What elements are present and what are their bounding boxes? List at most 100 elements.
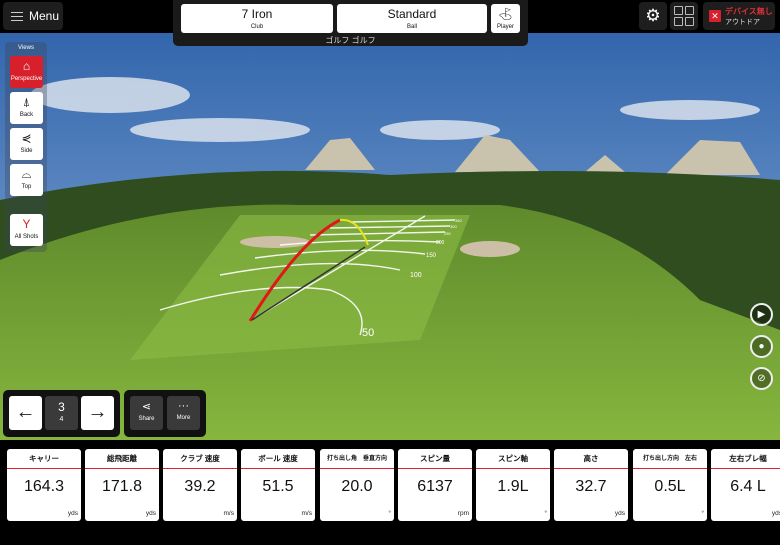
- game-name: ゴルフ ゴルフ: [325, 36, 376, 45]
- stat-value: 39.2: [184, 478, 216, 495]
- stat-card-height: 高さ 32.7 yds: [554, 449, 628, 521]
- share-icon: ⋖: [141, 401, 152, 413]
- next-shot-button[interactable]: →: [81, 396, 114, 430]
- game-setup-panel: 7 Iron Club Standard Ball ⛳︎ Player ゴルフ ゴルフ: [173, 0, 528, 46]
- stat-card-launch-direction: 打ち出し方向 左右 0.5L °: [633, 449, 707, 521]
- stat-card-spin-axis: スピン軸 1.9L °: [476, 449, 550, 521]
- view-label: Side: [20, 148, 33, 154]
- stat-label: 打ち出し方向 左右: [633, 449, 707, 469]
- stat-unit: °: [544, 510, 547, 517]
- shot-counter: 34: [45, 396, 78, 430]
- more-icon: ···: [178, 400, 189, 412]
- arrow-left-icon: ←: [15, 401, 36, 423]
- player-label: Player: [496, 24, 514, 30]
- stat-unit: yds: [614, 510, 625, 517]
- perspective-icon: ⌂: [22, 59, 31, 73]
- stat-value: 51.5: [262, 478, 294, 495]
- ball-trace-button[interactable]: ●: [750, 335, 773, 358]
- target-icon: ⊘: [757, 373, 766, 384]
- views-panel: Views ⌂ Perspective ⍋ Back ⋞ Side ⌓ Top Y All…: [5, 42, 47, 252]
- stat-unit: m/s: [301, 510, 312, 517]
- stat-unit: yds: [67, 510, 78, 517]
- stat-value: 171.8: [101, 478, 143, 495]
- stat-label: 左右ブレ幅: [711, 449, 780, 469]
- layout-button[interactable]: [670, 2, 698, 30]
- ball-selector[interactable]: Standard Ball: [337, 4, 487, 33]
- stat-label: 総飛距離: [85, 449, 159, 469]
- menu-button[interactable]: Menu: [3, 2, 63, 30]
- stat-value: 0.5L: [654, 478, 686, 495]
- distance-label: 300: [450, 224, 457, 229]
- stat-card-total: 総飛距離 171.8 yds: [85, 449, 159, 521]
- club-selector[interactable]: 7 Iron Club: [181, 4, 333, 33]
- stat-unit: m/s: [223, 510, 234, 517]
- distance-label: 100: [410, 272, 422, 279]
- all-shots-icon: Y: [22, 217, 31, 231]
- back-view-icon: ⍋: [22, 95, 31, 109]
- club-value: 7 Iron: [241, 7, 273, 21]
- stat-value: 164.3: [23, 478, 65, 495]
- more-button[interactable]: ··· More: [167, 396, 200, 430]
- stat-value: 6137: [417, 478, 453, 495]
- view-label: Perspective: [10, 76, 43, 82]
- stat-card-ball-speed: ボール 速度 51.5 m/s: [241, 449, 315, 521]
- shot-navigation: ← 34 →: [3, 390, 120, 437]
- more-label: More: [176, 415, 191, 421]
- arrow-right-icon: →: [87, 401, 108, 423]
- stat-card-side-deviation: 左右ブレ幅 6.4 L yds: [711, 449, 780, 521]
- stat-unit: °: [701, 510, 704, 517]
- menu-label: Menu: [29, 9, 60, 23]
- current-shot: 3: [58, 400, 65, 414]
- grid-icon: [674, 6, 683, 15]
- view-label: Back: [19, 112, 34, 118]
- distance-label: 50: [362, 327, 374, 339]
- close-icon: ✕: [709, 10, 721, 22]
- distance-label: 150: [426, 253, 437, 259]
- view-label: Top: [21, 184, 32, 190]
- view-all-shots-button[interactable]: Y All Shots: [10, 214, 43, 246]
- golfer-icon: ⛳︎: [497, 7, 514, 21]
- ball-icon: ●: [758, 341, 765, 352]
- golf-range-scene: 50 100 150 200 250 300 350: [0, 0, 780, 440]
- stat-label: 打ち出し角 垂直方向: [320, 449, 394, 469]
- device-status-button[interactable]: ✕ デバイス無し アウトドア: [703, 2, 775, 30]
- distance-label: 250: [444, 231, 451, 236]
- share-button[interactable]: ⋖ Share: [130, 396, 163, 430]
- stat-label: スピン量: [398, 449, 472, 469]
- view-back-button[interactable]: ⍋ Back: [10, 92, 43, 124]
- total-shots: 4: [59, 416, 64, 423]
- camera-reset-button[interactable]: ⊘: [750, 367, 773, 390]
- device-status: デバイス無し: [725, 6, 773, 16]
- view-top-button[interactable]: ⌓ Top: [10, 164, 43, 196]
- view-label: All Shots: [14, 234, 39, 240]
- device-mode: アウトドア: [725, 18, 760, 26]
- stat-unit: °: [388, 510, 391, 517]
- shot-actions: ⋖ Share ··· More: [124, 390, 206, 437]
- stat-unit: rpm: [457, 510, 469, 517]
- stat-card-launch-angle: 打ち出し角 垂直方向 20.0 °: [320, 449, 394, 521]
- stat-label: クラブ 速度: [163, 449, 237, 469]
- stat-value: 6.4 L: [730, 478, 766, 495]
- stat-value: 20.0: [341, 478, 373, 495]
- stat-card-club-speed: クラブ 速度 39.2 m/s: [163, 449, 237, 521]
- views-title: Views: [18, 45, 34, 51]
- stat-value: 32.7: [575, 478, 607, 495]
- side-view-icon: ⋞: [21, 131, 32, 145]
- stat-unit: yds: [771, 510, 780, 517]
- gear-icon: ⚙: [645, 6, 661, 25]
- settings-button[interactable]: ⚙: [639, 2, 667, 30]
- ball-label: Ball: [406, 24, 417, 30]
- share-label: Share: [138, 416, 155, 422]
- view-perspective-button[interactable]: ⌂ Perspective: [10, 56, 43, 88]
- stat-label: ボール 速度: [241, 449, 315, 469]
- stat-value: 1.9L: [497, 478, 529, 495]
- view-side-button[interactable]: ⋞ Side: [10, 128, 43, 160]
- club-label: Club: [250, 24, 264, 30]
- stat-card-carry: キャリー 164.3 yds: [7, 449, 81, 521]
- replay-button[interactable]: ▶: [750, 303, 773, 326]
- player-button[interactable]: ⛳︎ Player: [491, 4, 520, 33]
- stat-unit: yds: [145, 510, 156, 517]
- play-icon: ▶: [757, 309, 766, 320]
- shot-stats-bar: キャリー 164.3 yds 総飛距離 171.8 yds クラブ 速度 39.2 m/s …: [0, 440, 780, 545]
- previous-shot-button[interactable]: ←: [9, 396, 42, 430]
